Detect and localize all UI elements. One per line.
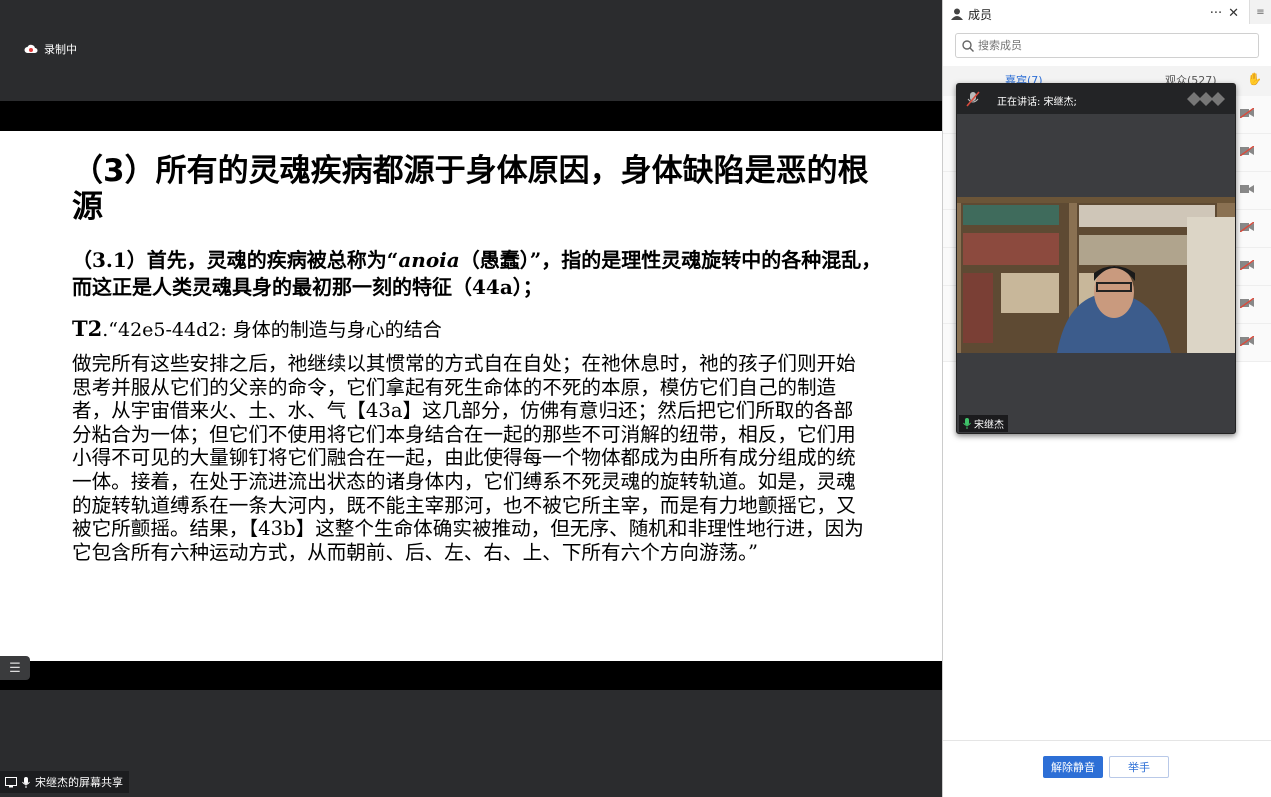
camera-off-icon: [1240, 108, 1254, 118]
presentation-slide: （3）所有的灵魂疾病都源于身体原因，身体缺陷是恶的根源 （3.1）首先，灵魂的疾…: [0, 131, 942, 661]
panel-menu-icon[interactable]: ≡: [1249, 0, 1271, 24]
search-icon: [962, 39, 974, 52]
speaking-indicator: 正在讲话: 宋继杰;: [997, 97, 1077, 108]
raise-hand-button[interactable]: 举手: [1109, 756, 1169, 778]
camera-off-icon: [1240, 222, 1254, 232]
cloud-record-icon: [24, 44, 38, 53]
speaker-name: 宋继杰: [974, 420, 1004, 431]
slide-paragraph-3-1: （3.1）首先，灵魂的疾病被总称为“anoia（愚蠢）”，指的是理性灵魂旋转中的…: [72, 248, 882, 299]
screen-share-area: 录制中 （3）所有的灵魂疾病都源于身体原因，身体缺陷是恶的根源 （3.1）首先，…: [0, 0, 942, 797]
letterbox-top: [0, 101, 942, 131]
header-actions: ··· ✕: [1210, 6, 1239, 21]
raised-hands-icon[interactable]: ✋: [1247, 72, 1262, 86]
microphone-icon: [963, 418, 971, 429]
member-search[interactable]: [955, 33, 1259, 58]
speaker-video-feed: [957, 197, 1235, 353]
outline-toggle-icon[interactable]: ☰: [0, 656, 30, 680]
unmute-button[interactable]: 解除静音: [1043, 756, 1103, 778]
close-icon[interactable]: ✕: [1228, 6, 1239, 21]
recording-indicator: 录制中: [24, 41, 77, 57]
mic-muted-icon[interactable]: [964, 90, 982, 108]
slide-body-text: 做完所有这些安排之后，祂继续以其惯常的方式自在自处；在祂休息时，祂的孩子们则开始…: [72, 352, 864, 564]
slide-title: （3）所有的灵魂疾病都源于身体原因，身体缺陷是恶的根源: [72, 153, 869, 225]
video-image: [957, 197, 1235, 353]
speaker-video-window[interactable]: 正在讲话: 宋继杰; 宋继杰: [956, 83, 1236, 434]
screen-share-label: 宋继杰的屏幕共享: [0, 771, 129, 793]
members-footer: 解除静音 举手: [943, 740, 1271, 797]
screen-icon: [5, 776, 17, 787]
camera-off-icon: [1240, 146, 1254, 156]
meeting-logo-icon: [1187, 92, 1225, 106]
camera-off-icon: [1240, 298, 1254, 308]
search-input[interactable]: [978, 39, 1238, 52]
person-icon: [951, 8, 963, 20]
video-window-header[interactable]: 正在讲话: 宋继杰;: [957, 84, 1235, 114]
microphone-icon: [22, 776, 30, 788]
recording-label: 录制中: [44, 43, 77, 56]
speaker-name-tag: 宋继杰: [959, 415, 1008, 432]
camera-icon: [1240, 185, 1254, 193]
camera-off-icon: [1240, 336, 1254, 346]
more-options-icon[interactable]: ···: [1210, 6, 1222, 21]
slide-t2-heading: T2.“42e5-44d2: 身体的制造与身心的结合: [72, 316, 442, 341]
camera-off-icon: [1240, 260, 1254, 270]
screen-share-owner: 宋继杰的屏幕共享: [35, 776, 123, 789]
letterbox-bottom: [0, 661, 942, 690]
members-title: 成员: [968, 7, 993, 22]
